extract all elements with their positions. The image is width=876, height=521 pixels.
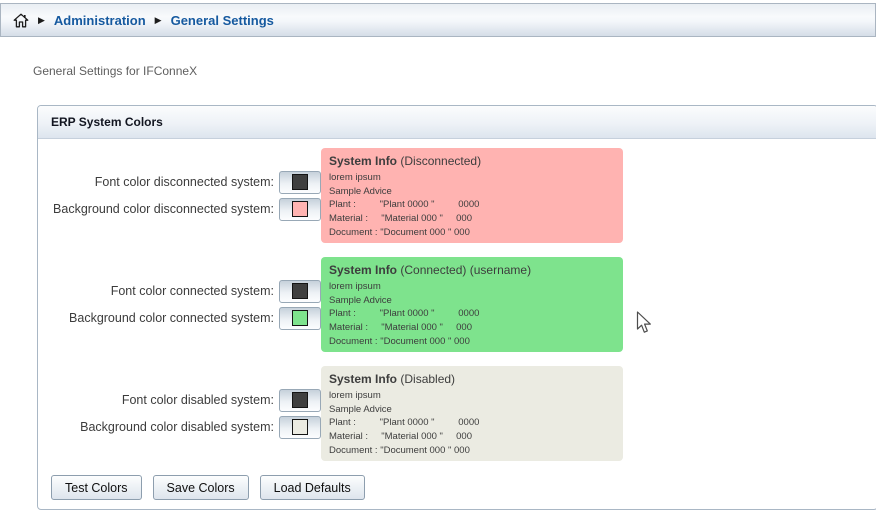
breadcrumb: ▶ Administration ▶ General Settings <box>0 3 876 37</box>
disconnected-preview-card: System Info (Disconnected) lorem ipsum S… <box>321 148 623 243</box>
test-colors-button[interactable]: Test Colors <box>51 475 142 500</box>
background-color-disconnected-label: Background color disconnected system: <box>53 202 274 216</box>
card-data-plant: Plant : "Plant 0000 " 0000 <box>329 307 623 321</box>
card-data-document: Document : "Document 000 " 000 <box>329 335 623 349</box>
card-line: lorem ipsum <box>329 171 623 185</box>
disabled-controls: Font color disabled system: Background c… <box>51 389 321 439</box>
font-color-connected-swatch <box>292 283 308 299</box>
card-data-material: Material : "Material 000 " 000 <box>329 212 623 226</box>
font-color-disabled-label: Font color disabled system: <box>122 393 274 407</box>
connected-preview-card: System Info (Connected) (username) lorem… <box>321 257 623 352</box>
card-line: Sample Advice <box>329 294 623 308</box>
section-disabled: Font color disabled system: Background c… <box>51 366 876 461</box>
font-color-disconnected-row: Font color disconnected system: <box>95 171 321 194</box>
panel-footer: Test Colors Save Colors Load Defaults <box>51 475 876 500</box>
background-color-connected-swatch <box>292 310 308 326</box>
font-color-disabled-swatch <box>292 392 308 408</box>
card-line: Sample Advice <box>329 185 623 199</box>
disconnected-controls: Font color disconnected system: Backgrou… <box>51 171 321 221</box>
card-data-material: Material : "Material 000 " 000 <box>329 321 623 335</box>
home-icon[interactable] <box>13 13 29 28</box>
font-color-connected-label: Font color connected system: <box>111 284 274 298</box>
card-line: lorem ipsum <box>329 280 623 294</box>
panel-body: Font color disconnected system: Backgrou… <box>38 139 876 500</box>
font-color-disabled-picker-button[interactable] <box>279 389 321 412</box>
background-color-disconnected-row: Background color disconnected system: <box>53 198 321 221</box>
section-disconnected: Font color disconnected system: Backgrou… <box>51 148 876 243</box>
card-title: System Info (Disconnected) <box>329 154 623 168</box>
background-color-disabled-picker-button[interactable] <box>279 416 321 439</box>
card-title: System Info (Connected) (username) <box>329 263 623 277</box>
breadcrumb-item-administration[interactable]: Administration <box>54 13 146 28</box>
font-color-disabled-row: Font color disabled system: <box>122 389 321 412</box>
general-settings-page: { "breadcrumb": { "separator": "▶", "ite… <box>0 0 876 521</box>
panel-title: ERP System Colors <box>51 115 163 129</box>
font-color-disconnected-label: Font color disconnected system: <box>95 175 274 189</box>
chevron-right-icon: ▶ <box>155 16 162 25</box>
font-color-disconnected-swatch <box>292 174 308 190</box>
connected-controls: Font color connected system: Background … <box>51 280 321 330</box>
erp-system-colors-panel: ERP System Colors Font color disconnecte… <box>37 105 876 510</box>
font-color-disconnected-picker-button[interactable] <box>279 171 321 194</box>
background-color-connected-row: Background color connected system: <box>69 307 321 330</box>
save-colors-button[interactable]: Save Colors <box>153 475 249 500</box>
background-color-disconnected-picker-button[interactable] <box>279 198 321 221</box>
page-subtitle: General Settings for IFConneX <box>33 64 197 78</box>
panel-header: ERP System Colors <box>38 106 876 139</box>
background-color-disabled-row: Background color disabled system: <box>80 416 321 439</box>
breadcrumb-item-general-settings[interactable]: General Settings <box>171 13 274 28</box>
background-color-disconnected-swatch <box>292 201 308 217</box>
card-line: lorem ipsum <box>329 389 623 403</box>
load-defaults-button[interactable]: Load Defaults <box>260 475 365 500</box>
disabled-preview-card: System Info (Disabled) lorem ipsum Sampl… <box>321 366 623 461</box>
background-color-connected-label: Background color connected system: <box>69 311 274 325</box>
background-color-disabled-label: Background color disabled system: <box>80 420 274 434</box>
background-color-connected-picker-button[interactable] <box>279 307 321 330</box>
card-data-document: Document : "Document 000 " 000 <box>329 226 623 240</box>
card-data-material: Material : "Material 000 " 000 <box>329 430 623 444</box>
section-connected: Font color connected system: Background … <box>51 257 876 352</box>
background-color-disabled-swatch <box>292 419 308 435</box>
card-data-plant: Plant : "Plant 0000 " 0000 <box>329 198 623 212</box>
chevron-right-icon: ▶ <box>38 16 45 25</box>
card-title: System Info (Disabled) <box>329 372 623 386</box>
card-data-document: Document : "Document 000 " 000 <box>329 444 623 458</box>
font-color-connected-picker-button[interactable] <box>279 280 321 303</box>
font-color-connected-row: Font color connected system: <box>111 280 321 303</box>
card-data-plant: Plant : "Plant 0000 " 0000 <box>329 416 623 430</box>
card-line: Sample Advice <box>329 403 623 417</box>
